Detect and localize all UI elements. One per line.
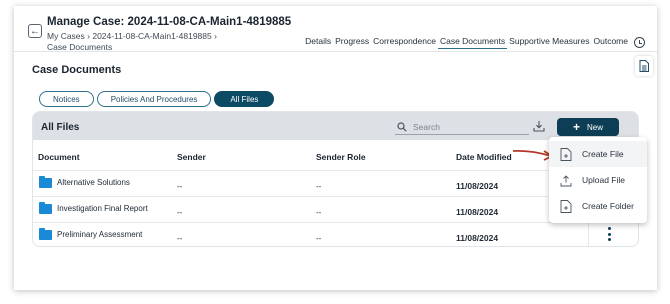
search-icon [397,122,407,132]
menu-item-label: Create File [582,149,624,159]
document-name[interactable]: Alternative Solutions [57,178,130,187]
menu-item-label: Create Folder [582,201,634,211]
sender-role-cell: -- [316,234,322,243]
tab-progress[interactable]: Progress [333,35,371,49]
plus-icon: + [572,120,580,134]
menu-item-label: Upload File [582,175,625,185]
column-header-sender-role: Sender Role [316,152,366,162]
upload-icon [560,174,572,186]
page-title: Case Documents [32,64,122,76]
clock-history-icon[interactable] [634,36,645,48]
search-placeholder: Search [413,122,440,132]
document-panel-button[interactable] [635,56,653,76]
document-name[interactable]: Preliminary Assessment [57,230,142,239]
column-header-date-modified: Date Modified [456,152,512,162]
folder-plus-icon [560,199,572,213]
case-title: Manage Case: 2024-11-08-CA-Main1-4819885 [47,16,292,28]
date-modified-cell: 11/08/2024 [456,207,499,217]
folder-icon [39,228,52,240]
folder-icon [39,176,52,188]
breadcrumb-current: Case Documents [47,42,113,52]
table-row[interactable]: Alternative Solutions -- -- 11/08/2024 [33,170,638,195]
sender-role-cell: -- [316,208,322,217]
new-menu-dropdown: Create File Upload File Create Folder [549,137,647,223]
files-card-header: All Files Search + New [33,112,638,140]
date-modified-cell: 11/08/2024 [456,181,499,191]
date-modified-cell: 11/08/2024 [456,233,499,243]
files-card: All Files Search + New Document Sender S… [32,111,639,247]
back-button[interactable]: ← [28,24,42,38]
table-row[interactable]: Preliminary Assessment -- -- 11/08/2024 [33,222,638,246]
search-input[interactable]: Search [395,120,529,135]
files-card-title: All Files [41,122,80,133]
sender-cell: -- [177,182,183,191]
page-header: ← Manage Case: 2024-11-08-CA-Main1-48198… [14,6,657,52]
sender-cell: -- [177,208,183,217]
column-header-sender: Sender [177,152,206,162]
tab-outcome[interactable]: Outcome [592,35,631,49]
sender-cell: -- [177,234,183,243]
row-actions-kebab-icon[interactable] [606,227,612,241]
filter-all-files[interactable]: All Files [214,91,275,107]
sender-role-cell: -- [316,182,322,191]
column-header-document: Document [38,152,80,162]
app-window: ← Manage Case: 2024-11-08-CA-Main1-48198… [14,6,657,290]
document-filters: Notices Policies And Procedures All File… [39,91,275,107]
table-row[interactable]: Investigation Final Report -- -- 11/08/2… [33,196,638,221]
menu-item-create-file[interactable]: Create File [549,141,647,167]
tab-correspondence[interactable]: Correspondence [371,35,438,49]
new-button[interactable]: + New [557,118,619,136]
tab-details[interactable]: Details [303,35,333,49]
tab-supportive-measures[interactable]: Supportive Measures [507,35,591,49]
filter-policies-and-procedures[interactable]: Policies And Procedures [96,91,212,107]
file-plus-icon [560,147,572,161]
menu-item-create-folder[interactable]: Create Folder [549,193,647,219]
document-icon [639,60,649,72]
download-icon[interactable] [533,120,545,132]
tab-case-documents[interactable]: Case Documents [437,35,508,49]
document-name[interactable]: Investigation Final Report [57,204,148,213]
case-tabs: Details Progress Correspondence Case Doc… [303,35,645,49]
filter-notices[interactable]: Notices [39,91,94,107]
arrow-left-icon: ← [30,25,40,37]
menu-item-upload-file[interactable]: Upload File [549,167,647,193]
breadcrumb[interactable]: My Cases › 2024-11-08-CA-Main1-4819885 › [47,31,217,41]
new-button-label: New [587,122,604,132]
folder-icon [39,202,52,214]
